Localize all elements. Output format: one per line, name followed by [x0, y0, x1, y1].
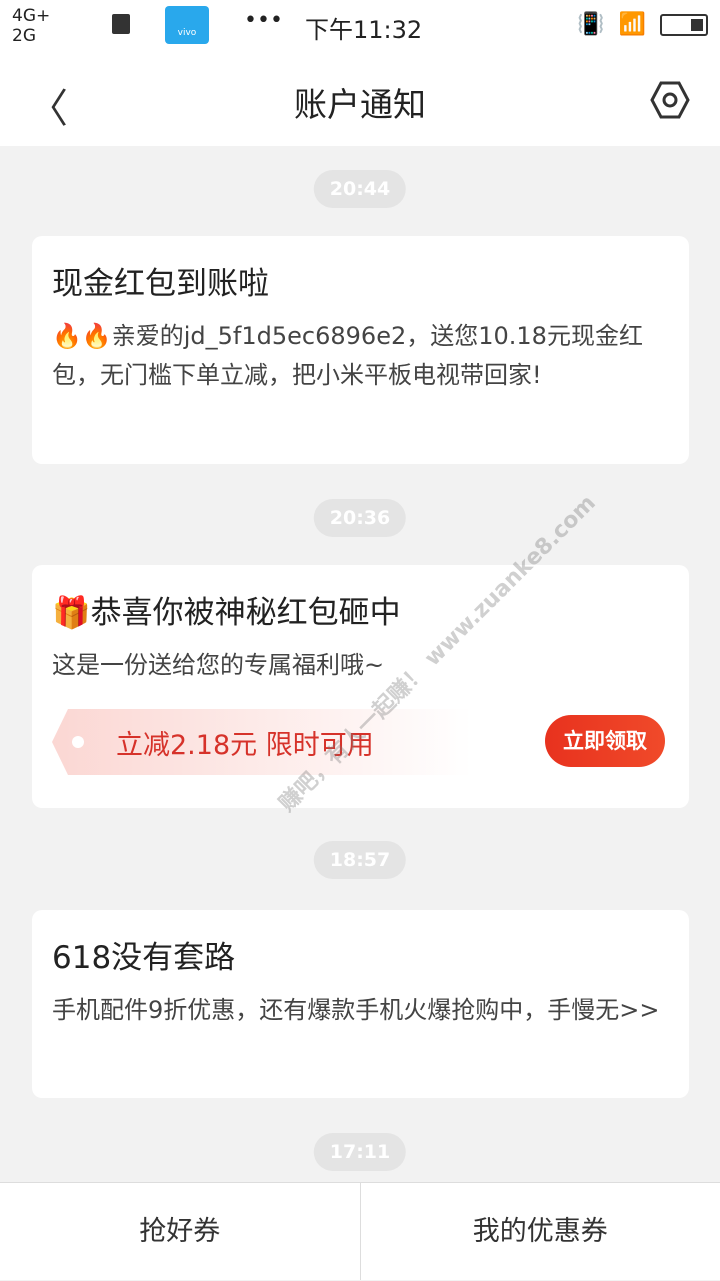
- message-card[interactable]: 618没有套路 手机配件9折优惠，还有爆款手机火爆抢购中，手慢无>>: [32, 910, 689, 1098]
- vivo-store-icon: vivo: [165, 6, 209, 44]
- message-card[interactable]: 现金红包到账啦 🔥🔥亲爱的jd_5f1d5ec6896e2，送您10.18元现金…: [32, 236, 689, 464]
- coupon: 立减2.18元 限时可用 立即领取: [52, 709, 669, 775]
- vibrate-icon: 📳: [577, 12, 604, 37]
- bottom-bar: 抢好券 我的优惠券: [0, 1182, 720, 1280]
- timestamp: 17:11: [314, 1133, 406, 1171]
- coupon-text: 立减2.18元 限时可用: [116, 723, 374, 762]
- settings-icon[interactable]: [650, 80, 690, 124]
- coupon-hole: [72, 736, 84, 748]
- message-card[interactable]: 🎁恭喜你被神秘红包砸中 这是一份送给您的专属福利哦~ 立减2.18元 限时可用 …: [32, 565, 689, 808]
- my-coupons-button[interactable]: 我的优惠券: [361, 1183, 720, 1280]
- message-title: 618没有套路: [52, 932, 669, 977]
- nav-header: 〈 账户通知: [0, 50, 720, 146]
- status-bar: 4G+2G vivo ••• 下午11:32 📳 📶: [0, 0, 720, 50]
- page-title: 账户通知: [0, 78, 720, 126]
- message-body: 这是一份送给您的专属福利哦~: [52, 646, 669, 685]
- shopping-bag-icon: [112, 14, 130, 34]
- message-title: 现金红包到账啦: [52, 258, 669, 303]
- message-body: 手机配件9折优惠，还有爆款手机火爆抢购中，手慢无>>: [52, 991, 669, 1030]
- timestamp: 20:44: [314, 170, 406, 208]
- claim-button[interactable]: 立即领取: [545, 715, 665, 767]
- clock: 下午11:32: [305, 10, 422, 45]
- battery-icon: [660, 14, 708, 36]
- message-title: 🎁恭喜你被神秘红包砸中: [52, 587, 669, 632]
- more-notifications-icon: •••: [244, 8, 283, 33]
- grab-coupons-button[interactable]: 抢好券: [0, 1183, 361, 1280]
- wifi-icon: 📶: [619, 12, 646, 37]
- message-body: 🔥🔥亲爱的jd_5f1d5ec6896e2，送您10.18元现金红包，无门槛下单…: [52, 317, 669, 395]
- timestamp: 20:36: [314, 499, 406, 537]
- timestamp: 18:57: [314, 841, 406, 879]
- network-indicator: 4G+2G: [12, 6, 50, 46]
